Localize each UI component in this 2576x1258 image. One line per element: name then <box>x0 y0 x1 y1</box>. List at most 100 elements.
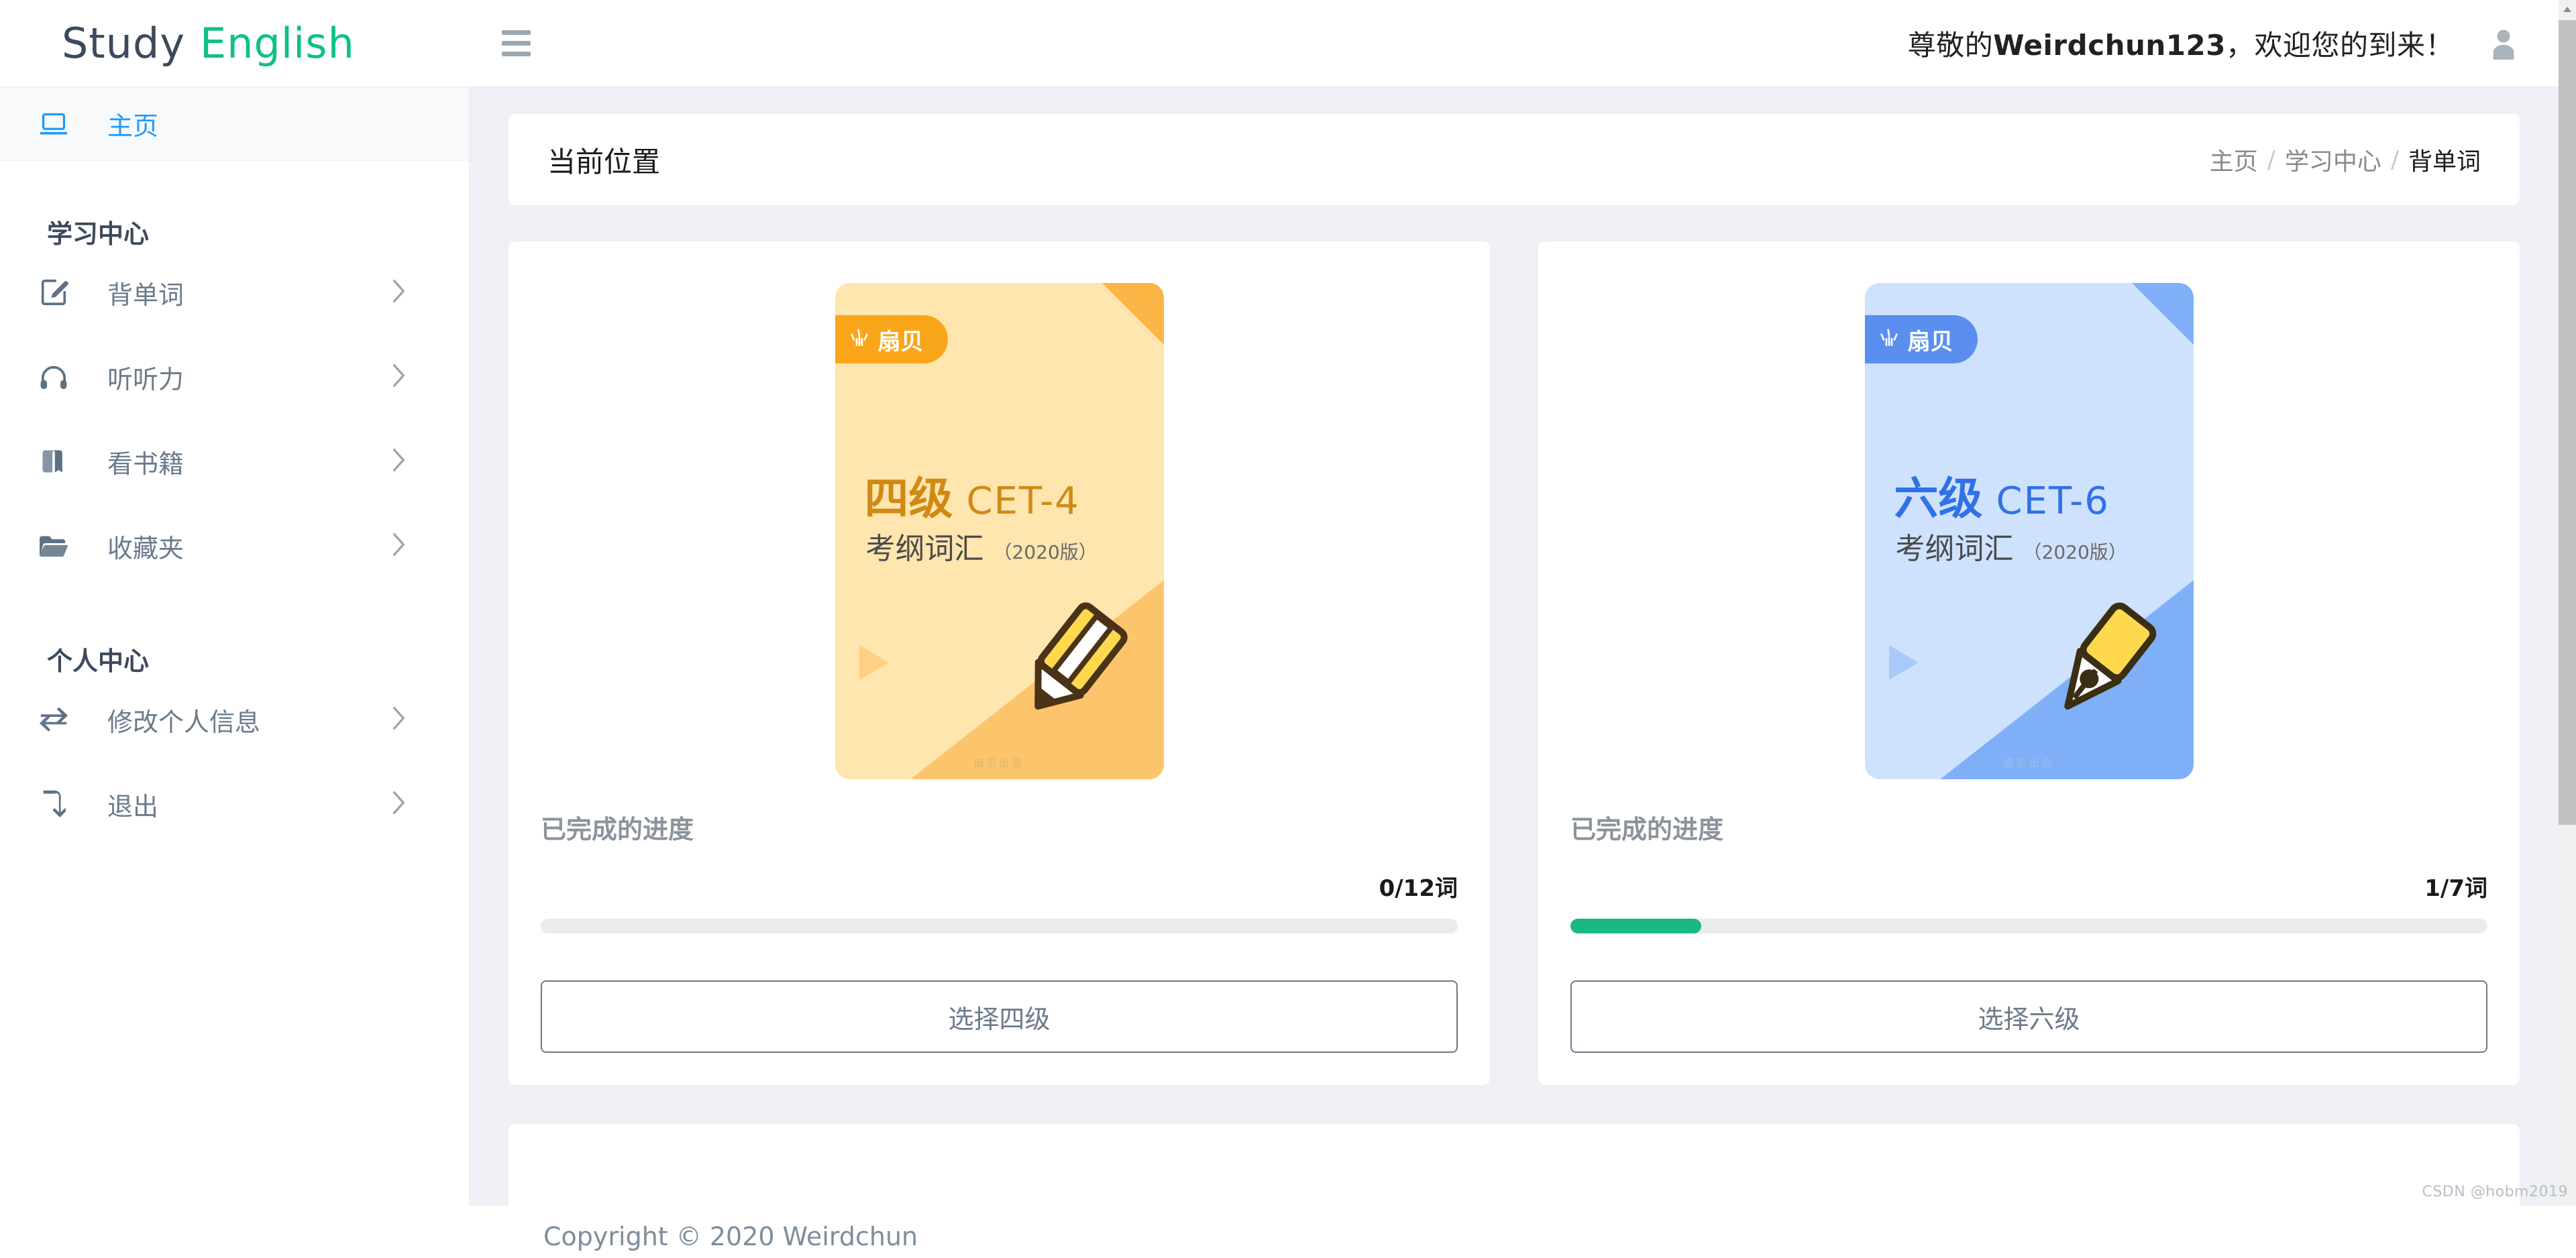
hamburger-bar <box>502 41 531 46</box>
sidebar-item-favorites-label: 收藏夹 <box>107 528 184 565</box>
sidebar-item-logout[interactable]: 退出 <box>0 762 469 846</box>
progress-bar-fill <box>1570 919 1701 933</box>
cover-corner-decoration <box>1102 283 1164 345</box>
book-icon <box>0 447 107 476</box>
user-avatar-icon[interactable] <box>2489 27 2518 60</box>
folder-open-icon <box>0 532 107 559</box>
vertical-scrollbar[interactable] <box>2559 0 2576 1206</box>
progress-label: 已完成的进度 <box>541 809 1458 846</box>
page-footer: Copyright © 2020 Weirdchun <box>508 1124 2520 1258</box>
header-user-area: 尊敬的Weirdchun123，欢迎您的到来！ <box>1908 23 2559 64</box>
edit-square-icon <box>0 277 107 308</box>
chevron-right-icon <box>390 705 407 735</box>
main-content: 当前位置 主页 / 学习中心 / 背单词 <box>470 87 2559 1206</box>
progress-count: 0/12词 <box>541 870 1458 903</box>
cover-subtitle-row-cet6: 考纲词汇 （2020版） <box>1896 524 2127 567</box>
sidebar-item-listening-label: 听听力 <box>107 359 184 396</box>
progress-label: 已完成的进度 <box>1570 809 2487 846</box>
sidebar-item-logout-label: 退出 <box>107 786 158 823</box>
progress-block-cet6: 已完成的进度 1/7词 <box>1570 809 2487 933</box>
sidebar-item-edit-profile[interactable]: 修改个人信息 <box>0 677 469 762</box>
brand-logo[interactable]: Study English <box>0 0 470 87</box>
breadcrumb-item-study-center[interactable]: 学习中心 <box>2285 142 2381 177</box>
watermark-text: CSDN @hobm2019 <box>2422 1184 2568 1200</box>
shanbay-brand-badge: 扇贝 <box>1865 315 1978 363</box>
level-cards-row: 扇贝 四级 CET-4 考纲词汇 （2020版） <box>508 241 2520 1085</box>
cover-footer-text: 扇贝出品 <box>1865 756 2194 770</box>
shanbay-badge-label: 扇贝 <box>878 323 924 356</box>
progress-count: 1/7词 <box>1570 870 2487 903</box>
chevron-right-icon <box>390 447 407 477</box>
cover-title-row-cet6: 六级 CET-6 <box>1894 463 2110 527</box>
welcome-message: 尊敬的Weirdchun123，欢迎您的到来！ <box>1908 23 2454 64</box>
cover-version-label: （2020版） <box>994 538 1097 565</box>
sidebar-item-home-label: 主页 <box>107 105 158 142</box>
breadcrumb-separator: / <box>2267 146 2275 174</box>
book-cover-cet4: 扇贝 四级 CET-4 考纲词汇 （2020版） <box>835 283 1164 779</box>
brand-logo-english: English <box>200 19 355 68</box>
page-title: 当前位置 <box>547 139 660 180</box>
level-card-cet4: 扇贝 四级 CET-4 考纲词汇 （2020版） <box>508 241 1490 1085</box>
sidebar-item-vocabulary[interactable]: 背单词 <box>0 250 469 335</box>
chevron-right-icon <box>390 278 407 308</box>
breadcrumb-item-home[interactable]: 主页 <box>2210 142 2258 177</box>
sidebar-item-books-label: 看书籍 <box>107 443 184 480</box>
shanbay-badge-label: 扇贝 <box>1908 323 1953 356</box>
csdn-watermark: CSDN @hobm2019 <box>2422 1184 2568 1200</box>
cover-triangle-decoration <box>1889 645 1919 680</box>
welcome-prefix: 尊敬的 <box>1908 29 1994 62</box>
progress-block-cet4: 已完成的进度 0/12词 <box>541 809 1458 933</box>
brand-logo-study: Study <box>62 19 185 68</box>
welcome-username: Weirdchun123 <box>1993 29 2226 62</box>
chevron-right-icon <box>390 531 407 561</box>
shanbay-brand-badge: 扇贝 <box>835 315 948 363</box>
sidebar-section-title-personal: 个人中心 <box>0 588 469 677</box>
cover-subtitle-row-cet4: 考纲词汇 （2020版） <box>866 524 1097 567</box>
hamburger-menu-icon[interactable] <box>487 15 545 72</box>
sidebar-item-listening[interactable]: 听听力 <box>0 335 469 419</box>
cover-footer-text: 扇贝出品 <box>835 756 1164 770</box>
sidebar-item-favorites[interactable]: 收藏夹 <box>0 504 469 588</box>
select-cet4-button[interactable]: 选择四级 <box>541 980 1458 1053</box>
level-card-cet6: 扇贝 六级 CET-6 考纲词汇 （2020版） <box>1538 241 2520 1085</box>
hamburger-bar <box>502 52 531 56</box>
progress-bar-track <box>1570 919 2487 933</box>
pencil-icon <box>1006 595 1140 732</box>
progress-bar-track <box>541 919 1458 933</box>
sidebar-item-vocabulary-label: 背单词 <box>107 274 184 311</box>
sidebar: 主页 学习中心 背单词 听听力 <box>0 87 470 1206</box>
cover-triangle-decoration <box>859 645 889 680</box>
hamburger-bar <box>502 30 531 35</box>
book-cover-cet6: 扇贝 六级 CET-6 考纲词汇 （2020版） <box>1865 283 2194 779</box>
scrollbar-thumb[interactable] <box>2559 20 2576 825</box>
cover-level-label: 六级 <box>1894 463 1983 527</box>
welcome-suffix: ，欢迎您的到来！ <box>2226 29 2454 62</box>
breadcrumb-item-current: 背单词 <box>2408 142 2481 177</box>
breadcrumb: 主页 / 学习中心 / 背单词 <box>2210 142 2481 177</box>
select-cet6-button[interactable]: 选择六级 <box>1570 980 2487 1053</box>
cover-code-label: CET-6 <box>1996 479 2110 523</box>
cover-version-label: （2020版） <box>2023 538 2127 565</box>
cover-title-row-cet4: 四级 CET-4 <box>865 463 1080 527</box>
top-bar: Study English 尊敬的Weirdchun123，欢迎您的到来！ <box>0 0 2559 87</box>
cover-level-label: 四级 <box>865 463 953 527</box>
chevron-right-icon <box>390 789 407 819</box>
shanbay-sun-icon <box>1878 327 1900 352</box>
laptop-icon <box>0 111 107 137</box>
shanbay-sun-icon <box>849 327 870 352</box>
cover-subtitle-label: 考纲词汇 <box>866 524 984 567</box>
sidebar-item-books[interactable]: 看书籍 <box>0 419 469 504</box>
headphones-icon <box>0 363 107 391</box>
cover-code-label: CET-4 <box>967 479 1080 523</box>
exchange-arrows-icon <box>0 706 107 733</box>
sidebar-item-edit-profile-label: 修改个人信息 <box>107 701 260 738</box>
cover-corner-decoration <box>2132 283 2194 345</box>
chevron-right-icon <box>390 362 407 392</box>
breadcrumb-bar: 当前位置 主页 / 学习中心 / 背单词 <box>508 114 2520 205</box>
logout-arrow-icon <box>0 789 107 819</box>
sidebar-item-home[interactable]: 主页 <box>0 87 469 161</box>
breadcrumb-separator: / <box>2391 146 2399 174</box>
cover-subtitle-label: 考纲词汇 <box>1896 524 2014 567</box>
copyright-text: Copyright © 2020 Weirdchun <box>543 1222 918 1251</box>
scroll-up-arrow-icon[interactable] <box>2559 0 2576 19</box>
